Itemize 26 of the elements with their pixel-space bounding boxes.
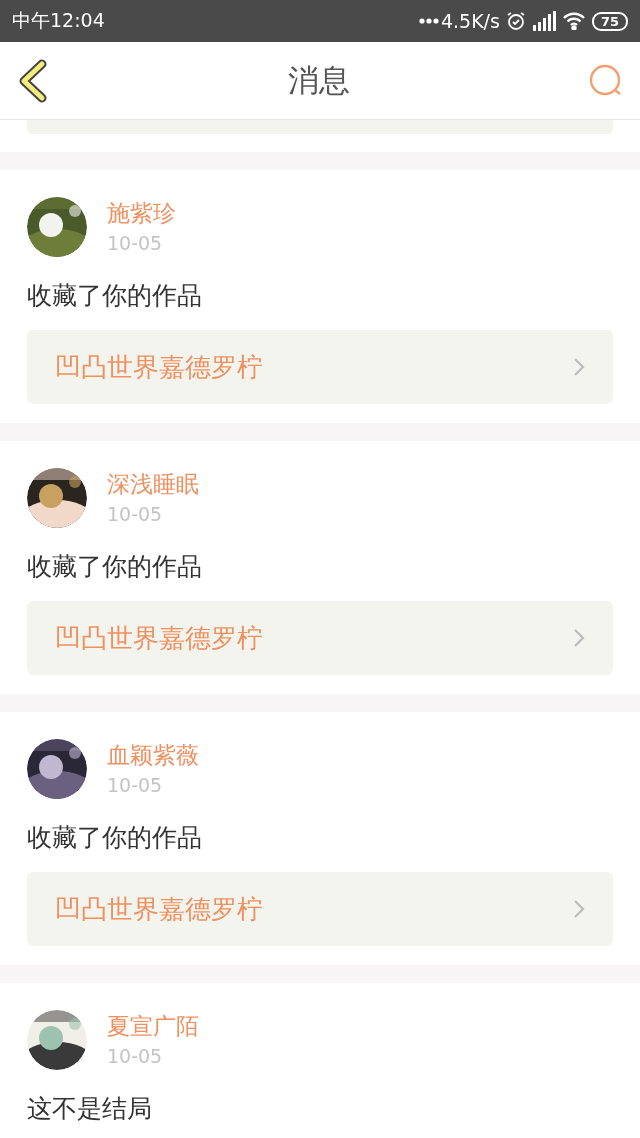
chevron-right-icon [573,899,585,919]
work-link[interactable]: 凹凸世界嘉德罗柠 [27,330,613,404]
alarm-icon [505,11,526,31]
signal-icon [531,10,556,32]
wifi-icon [561,12,586,30]
more-dots-icon [418,18,439,24]
chevron-right-icon [573,357,585,377]
message-text: 收藏了你的作品 [27,822,203,854]
message-text: 这不是结局 [27,1093,153,1125]
page-title: 消息 [288,60,350,100]
user-name[interactable]: 夏宣广陌 [107,1010,199,1042]
message-date: 10-05 [107,502,164,527]
message-date: 10-05 [107,231,164,256]
message-text: 收藏了你的作品 [27,280,203,312]
user-name[interactable]: 施紫珍 [107,197,176,229]
chevron-right-icon [573,628,585,648]
work-link[interactable]: 凹凸世界嘉德罗柠 [27,872,613,946]
battery-icon: 75 [591,11,628,31]
work-link[interactable]: 凹凸世界嘉德罗柠 [27,601,613,675]
message-date: 10-05 [107,773,164,798]
message-text: 收藏了你的作品 [27,551,203,583]
clock-time: 中午12:04 [12,8,105,33]
network-speed: 4.5K/s [440,10,500,32]
message-date: 10-05 [107,1044,164,1069]
user-name[interactable]: 血颖紫薇 [107,739,199,771]
user-name[interactable]: 深浅睡眠 [107,468,199,500]
